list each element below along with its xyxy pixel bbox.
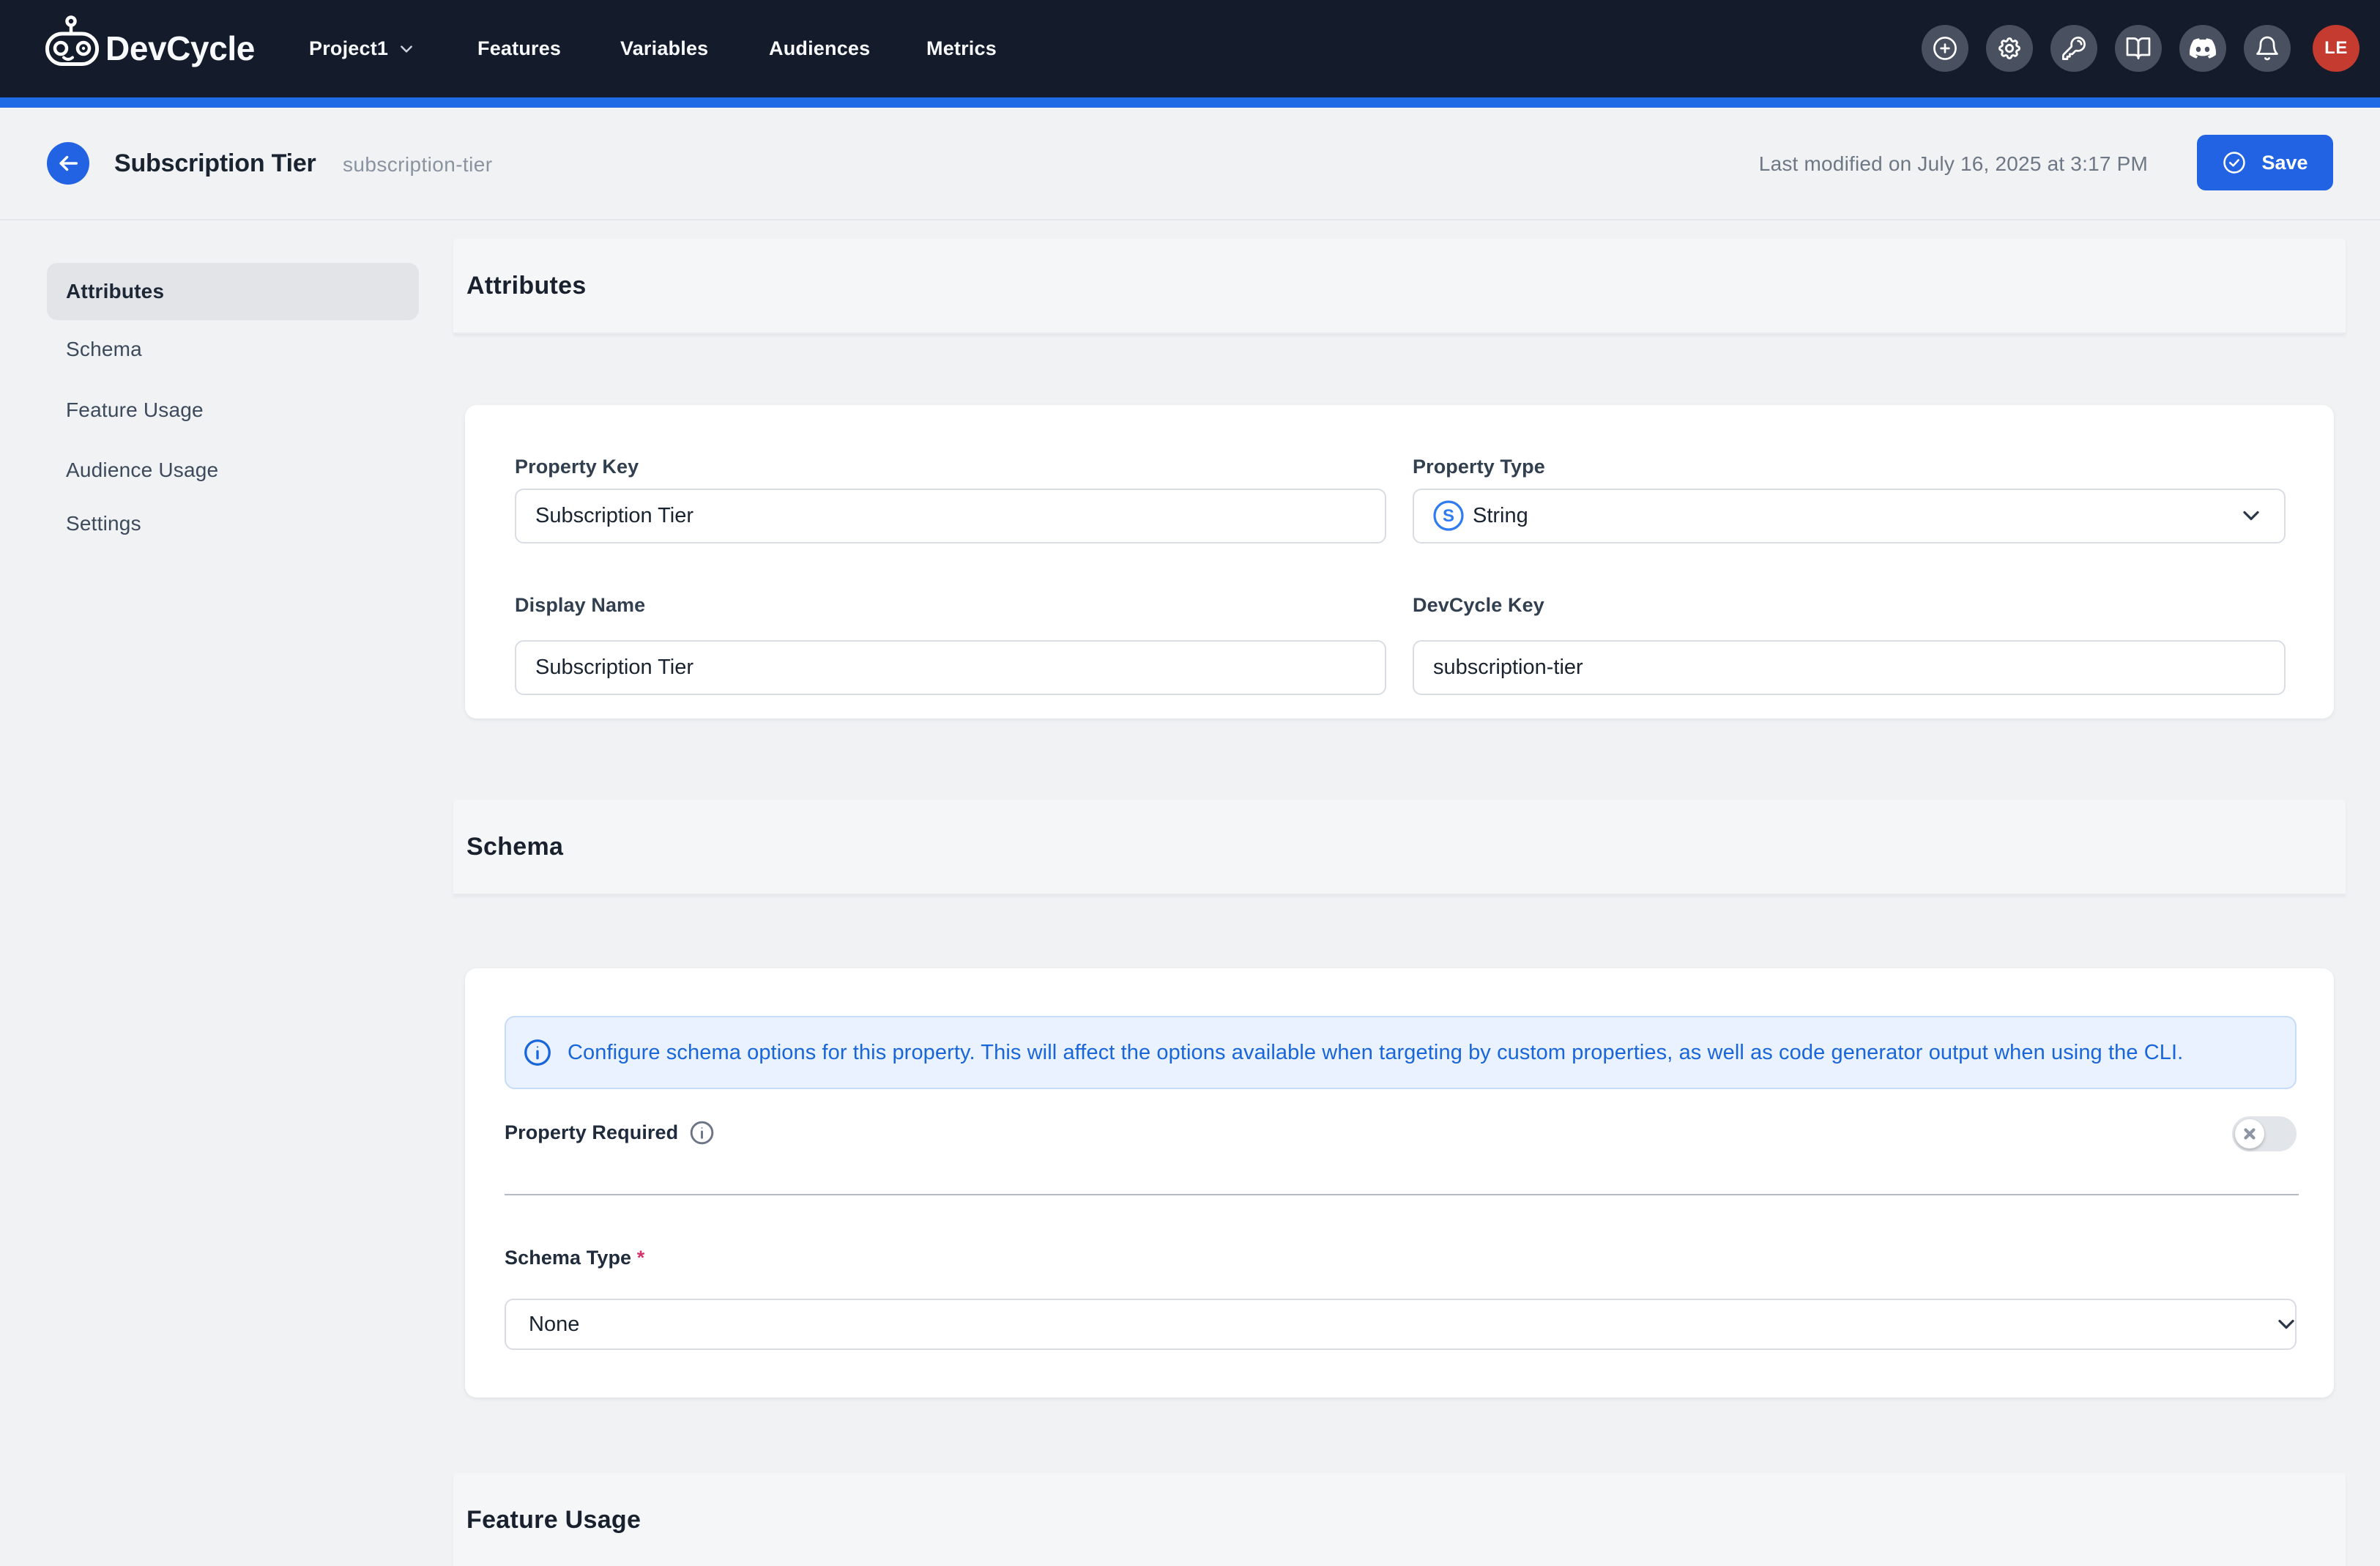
- svg-text:S: S: [1443, 506, 1454, 526]
